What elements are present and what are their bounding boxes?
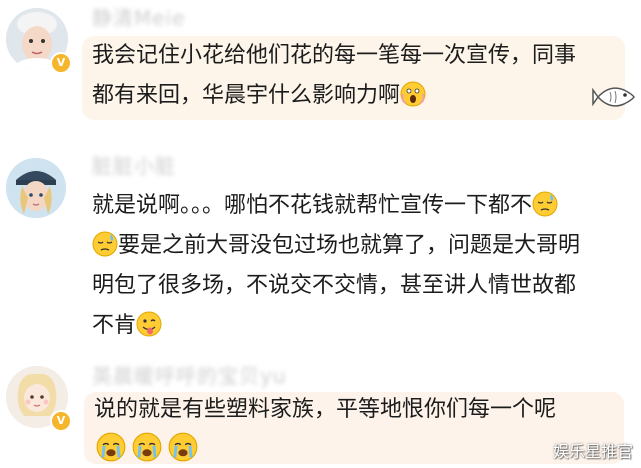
scream-emoji-icon: [400, 81, 426, 107]
comment-line: 说的就是有些塑料家族，平等地恨你们每一个呢: [94, 390, 556, 430]
username[interactable]: 英晨暖呼呼的宝贝yu: [92, 360, 287, 389]
comment-line: 我会记住小花给他们花的每一笔每一次宣传，同事: [92, 36, 576, 76]
comment-line: 都有来回，华晨宇什么影响力啊: [92, 76, 576, 116]
comment-1: V 静清Meie 我会记住小花给他们花的每一笔每一次宣传，同事 都有来回，华晨宇…: [0, 0, 641, 130]
username[interactable]: 脏脏小脏: [92, 150, 176, 179]
comment-text-segment: 都有来回，华晨宇什么影响力啊: [92, 83, 401, 108]
sweat-emoji-icon: [92, 231, 118, 257]
username[interactable]: 静清Meie: [92, 2, 185, 31]
verified-badge-icon: V: [50, 52, 72, 74]
fish-sticker-icon: [592, 87, 635, 107]
comment-text: 就是说啊。。。哪怕不花钱就帮忙宣传一下都不 要是之前大哥没包过场也就算了，问题是…: [92, 186, 580, 346]
tongue-emoji-icon: [136, 311, 162, 337]
comment-text: 说的就是有些塑料家族，平等地恨你们每一个呢: [94, 390, 556, 430]
comment-3: V 英晨暖呼呼的宝贝yu 说的就是有些塑料家族，平等地恨你们每一个呢 娱乐星推官: [0, 358, 641, 468]
avatar-image: [6, 158, 66, 218]
reaction-emoji-row: [96, 432, 198, 462]
avatar[interactable]: [6, 158, 66, 218]
watermark: 娱乐星推官: [552, 442, 633, 461]
comment-text-segment: 要是之前大哥没包过场也就算了，问题是大哥明: [118, 233, 581, 258]
comment-text: 我会记住小花给他们花的每一笔每一次宣传，同事 都有来回，华晨宇什么影响力啊: [92, 36, 576, 116]
sweat-emoji-icon: [532, 191, 558, 217]
comment-line: 要是之前大哥没包过场也就算了，问题是大哥明: [92, 226, 580, 266]
comment-text-segment: 我会记住小花给他们花的每一笔每一次宣传，同事: [92, 43, 577, 68]
comment-text-segment: 不肯: [92, 313, 137, 338]
comment-text-segment: 就是说啊。。。哪怕不花钱就帮忙宣传一下都不: [92, 193, 533, 218]
comment-line: 就是说啊。。。哪怕不花钱就帮忙宣传一下都不: [92, 186, 580, 226]
cry-emoji-icon: [96, 432, 126, 462]
comment-line: 不肯: [92, 306, 580, 346]
cry-emoji-icon: [132, 432, 162, 462]
cry-emoji-icon: [168, 432, 198, 462]
comment-line: 明包了很多场，不说交不交情，甚至讲人情世故都: [92, 266, 580, 306]
verified-badge-icon: V: [50, 410, 72, 432]
comment-text-segment: 说的就是有些塑料家族，平等地恨你们每一个呢: [94, 397, 557, 422]
comment-text-segment: 明包了很多场，不说交不交情，甚至讲人情世故都: [92, 273, 577, 298]
comment-2: 脏脏小脏 就是说啊。。。哪怕不花钱就帮忙宣传一下都不 要是之前大哥没包过场也就算…: [0, 148, 641, 338]
